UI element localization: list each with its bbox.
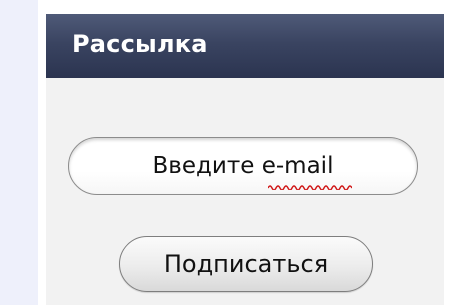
email-input[interactable] <box>68 137 418 195</box>
newsletter-header: Рассылка <box>46 14 444 78</box>
subscribe-button[interactable]: Подписаться <box>119 236 373 292</box>
newsletter-title: Рассылка <box>72 30 208 58</box>
spellcheck-underline <box>268 185 352 190</box>
newsletter-widget: Рассылка Подписаться <box>46 14 444 305</box>
page-left-strip <box>0 0 38 305</box>
